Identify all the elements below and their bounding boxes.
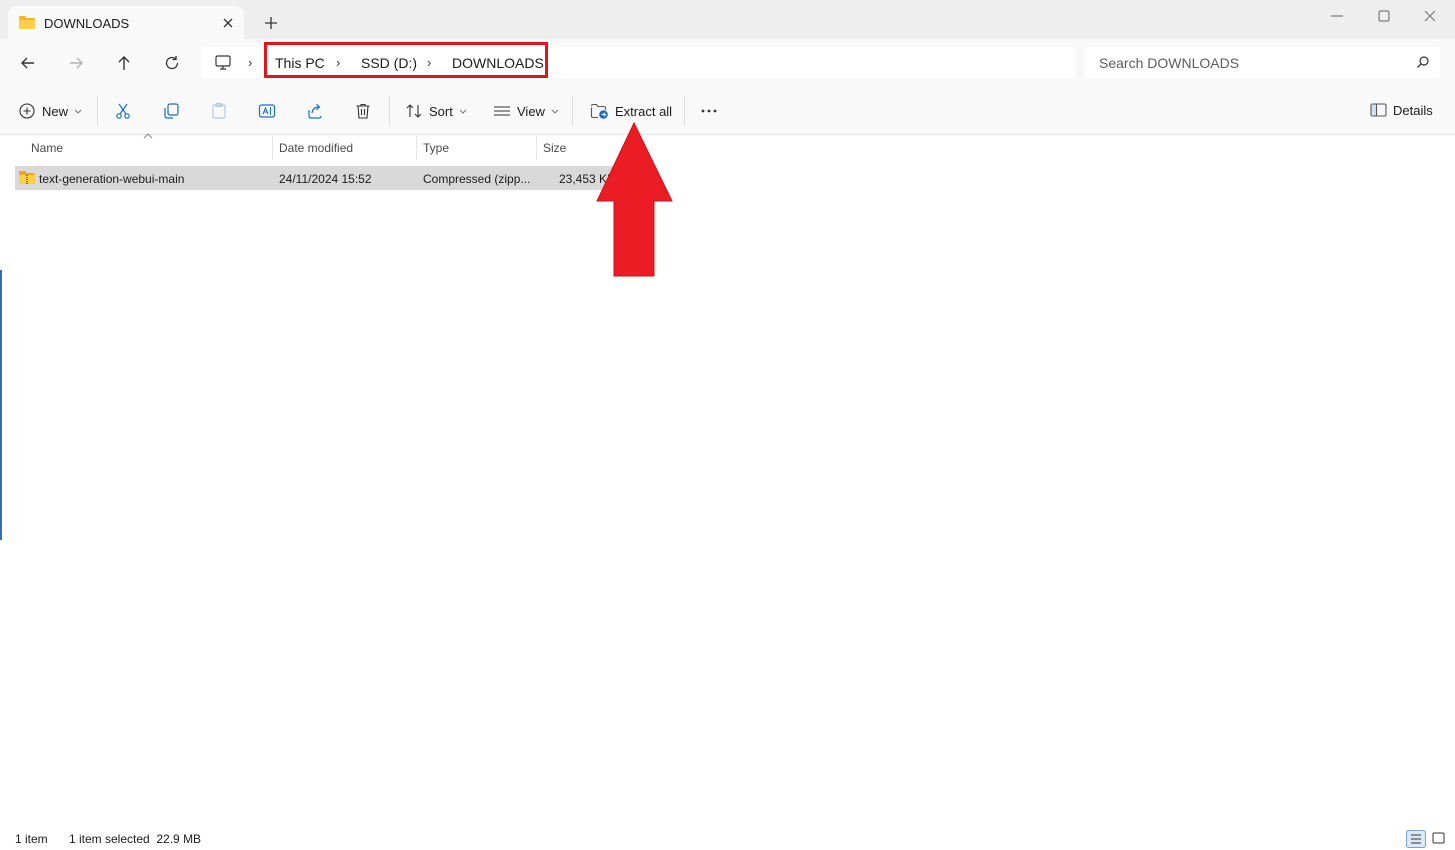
search-icon[interactable]	[1416, 55, 1430, 69]
this-pc-icon[interactable]	[215, 55, 231, 70]
large-icons-view-icon[interactable]	[1431, 830, 1447, 848]
view-icon	[493, 102, 511, 120]
column-header-name[interactable]: Name	[31, 141, 63, 155]
extract-all-button[interactable]: Extract all	[590, 102, 672, 120]
maximize-icon[interactable]	[1375, 7, 1393, 25]
window-edge	[0, 270, 2, 540]
column-header-size[interactable]: Size	[543, 141, 566, 155]
sort-label: Sort	[429, 103, 453, 119]
close-icon[interactable]	[1421, 7, 1439, 25]
chevron-down-icon	[459, 109, 467, 114]
annotation-up-arrow	[596, 122, 673, 278]
view-label: View	[517, 103, 545, 119]
chevron-down-icon	[551, 109, 559, 114]
title-bar: DOWNLOADS	[0, 0, 1455, 39]
address-bar[interactable]: › This PC › SSD (D:) › DOWNLOADS	[201, 42, 1075, 78]
tab-title: DOWNLOADS	[44, 16, 130, 31]
close-tab-icon[interactable]	[220, 15, 236, 31]
plus-circle-icon	[18, 102, 36, 120]
delete-icon[interactable]	[354, 102, 372, 120]
up-arrow-icon[interactable]	[115, 54, 133, 72]
extract-icon	[590, 102, 609, 120]
status-item-count: 1 item	[15, 832, 48, 846]
status-selection: 1 item selected 22.9 MB	[69, 832, 202, 846]
file-row[interactable]: text-generation-webui-main 24/11/2024 15…	[15, 166, 615, 190]
sort-ascending-icon	[143, 133, 153, 139]
view-button[interactable]: View	[493, 102, 559, 120]
divider	[389, 96, 390, 126]
navigation-bar: › This PC › SSD (D:) › DOWNLOADS Search …	[0, 39, 1455, 88]
column-divider[interactable]	[416, 136, 417, 160]
column-divider[interactable]	[536, 136, 537, 160]
details-view-icon[interactable]	[1406, 830, 1426, 848]
column-header-date-modified[interactable]: Date modified	[279, 141, 353, 155]
zip-folder-icon	[18, 170, 36, 185]
cut-icon[interactable]	[114, 102, 132, 120]
new-label: New	[42, 103, 69, 119]
minimize-icon[interactable]	[1328, 7, 1346, 25]
refresh-icon[interactable]	[163, 54, 181, 72]
file-date-modified: 24/11/2024 15:52	[279, 172, 372, 186]
annotation-highlight-box	[264, 42, 548, 78]
share-icon[interactable]	[306, 102, 324, 120]
column-header-type[interactable]: Type	[423, 141, 449, 155]
new-button[interactable]: New	[18, 102, 82, 120]
search-box[interactable]: Search DOWNLOADS	[1085, 47, 1440, 78]
details-pane-icon	[1370, 102, 1387, 118]
file-type: Compressed (zipp...	[423, 172, 531, 186]
forward-arrow-icon[interactable]	[67, 54, 85, 72]
divider	[684, 96, 685, 126]
paste-icon[interactable]	[210, 102, 228, 120]
copy-icon[interactable]	[162, 102, 180, 120]
back-arrow-icon[interactable]	[19, 54, 37, 72]
search-input[interactable]: Search DOWNLOADS	[1099, 55, 1239, 71]
divider	[97, 96, 98, 126]
details-label: Details	[1393, 102, 1433, 118]
sort-icon	[405, 102, 423, 120]
command-bar: New Sort View Extract all Details	[0, 88, 1455, 135]
sort-button[interactable]: Sort	[405, 102, 467, 120]
chevron-down-icon	[74, 109, 82, 114]
tab-downloads[interactable]: DOWNLOADS	[8, 6, 244, 39]
plus-icon[interactable]	[262, 14, 280, 32]
rename-icon[interactable]	[258, 102, 276, 120]
extract-all-label: Extract all	[615, 103, 673, 119]
details-button[interactable]: Details	[1370, 102, 1433, 118]
folder-icon	[18, 15, 36, 30]
file-name[interactable]: text-generation-webui-main	[39, 172, 184, 186]
column-divider[interactable]	[272, 136, 273, 160]
more-icon[interactable]	[700, 102, 718, 120]
breadcrumb-separator: ›	[248, 55, 253, 70]
divider	[572, 96, 573, 126]
